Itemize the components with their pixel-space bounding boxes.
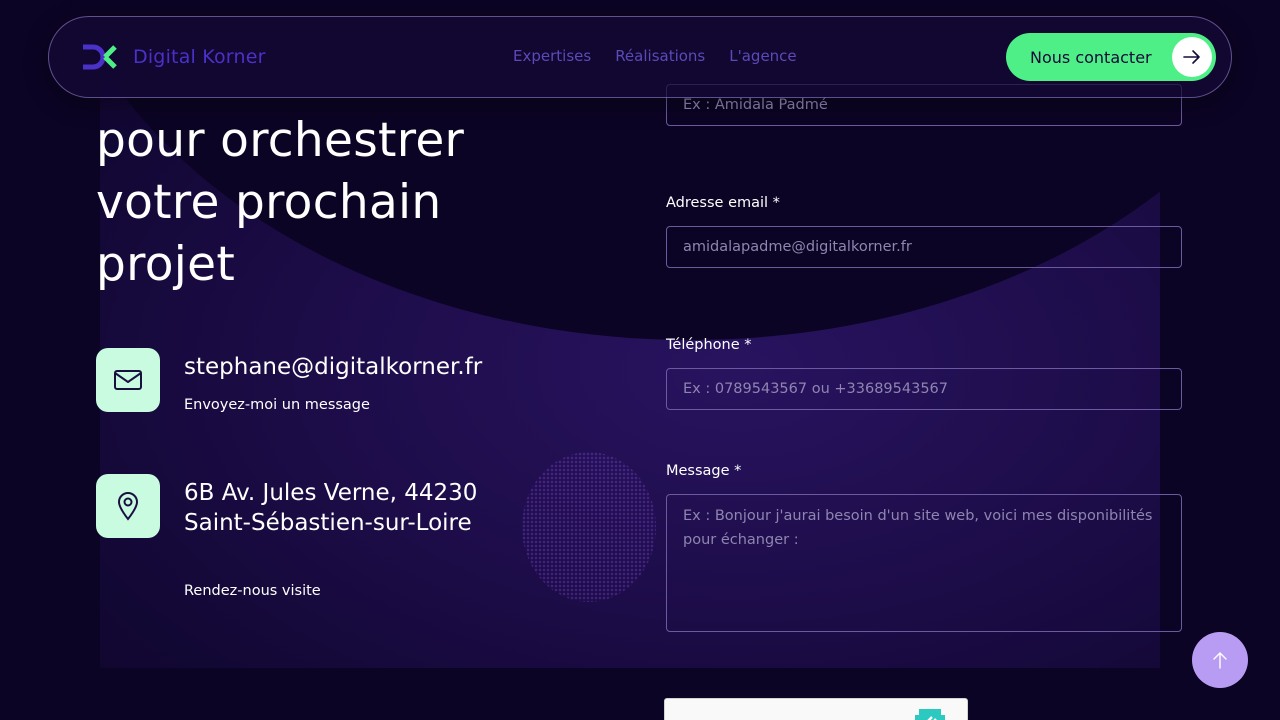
- arrow-right-icon: [1172, 37, 1212, 77]
- logo[interactable]: Digital Korner: [81, 44, 266, 70]
- email-link[interactable]: stephane@digitalkorner.fr: [184, 352, 514, 382]
- address-caption: Rendez-nous visite: [184, 583, 321, 599]
- nav-item-expertises[interactable]: Expertises: [513, 47, 591, 65]
- page: pour orchestrer votre prochain projet st…: [0, 0, 1280, 720]
- contact-cta-button[interactable]: Nous contacter: [1006, 33, 1216, 81]
- main-nav: Expertises Réalisations L'agence: [513, 47, 797, 65]
- dotted-decoration: [522, 452, 656, 602]
- mail-icon: [96, 348, 160, 412]
- logo-text: Digital Korner: [133, 46, 266, 68]
- nav-item-realisations[interactable]: Réalisations: [615, 47, 705, 65]
- message-field-label: Message *: [666, 463, 742, 479]
- contact-address: 6B Av. Jules Verne, 44230 Saint-Sébastie…: [96, 474, 516, 604]
- arrow-up-icon: [1213, 652, 1227, 669]
- heading-line-3: projet: [96, 237, 236, 292]
- dk-logo-icon: [83, 44, 117, 70]
- map-pin-icon: [96, 474, 160, 538]
- email-caption: Envoyez-moi un message: [184, 397, 370, 413]
- email-field-label: Adresse email *: [666, 195, 780, 211]
- heading-line-2: votre prochain: [96, 175, 442, 230]
- captcha-widget[interactable]: [664, 698, 968, 720]
- contact-cta-label: Nous contacter: [1030, 47, 1152, 67]
- message-field[interactable]: [666, 494, 1182, 632]
- phone-field-label: Téléphone *: [666, 337, 752, 353]
- email-field[interactable]: [666, 226, 1182, 268]
- phone-field[interactable]: [666, 368, 1182, 410]
- scroll-to-top-button[interactable]: [1192, 632, 1248, 688]
- heading-line-1: pour orchestrer: [96, 113, 465, 168]
- address-text: 6B Av. Jules Verne, 44230 Saint-Sébastie…: [184, 480, 478, 536]
- nav-item-agence[interactable]: L'agence: [729, 47, 796, 65]
- captcha-logo-icon: [915, 709, 945, 720]
- contact-email: stephane@digitalkorner.fr Envoyez-moi un…: [96, 348, 516, 420]
- site-header: Digital Korner Expertises Réalisations L…: [48, 16, 1232, 98]
